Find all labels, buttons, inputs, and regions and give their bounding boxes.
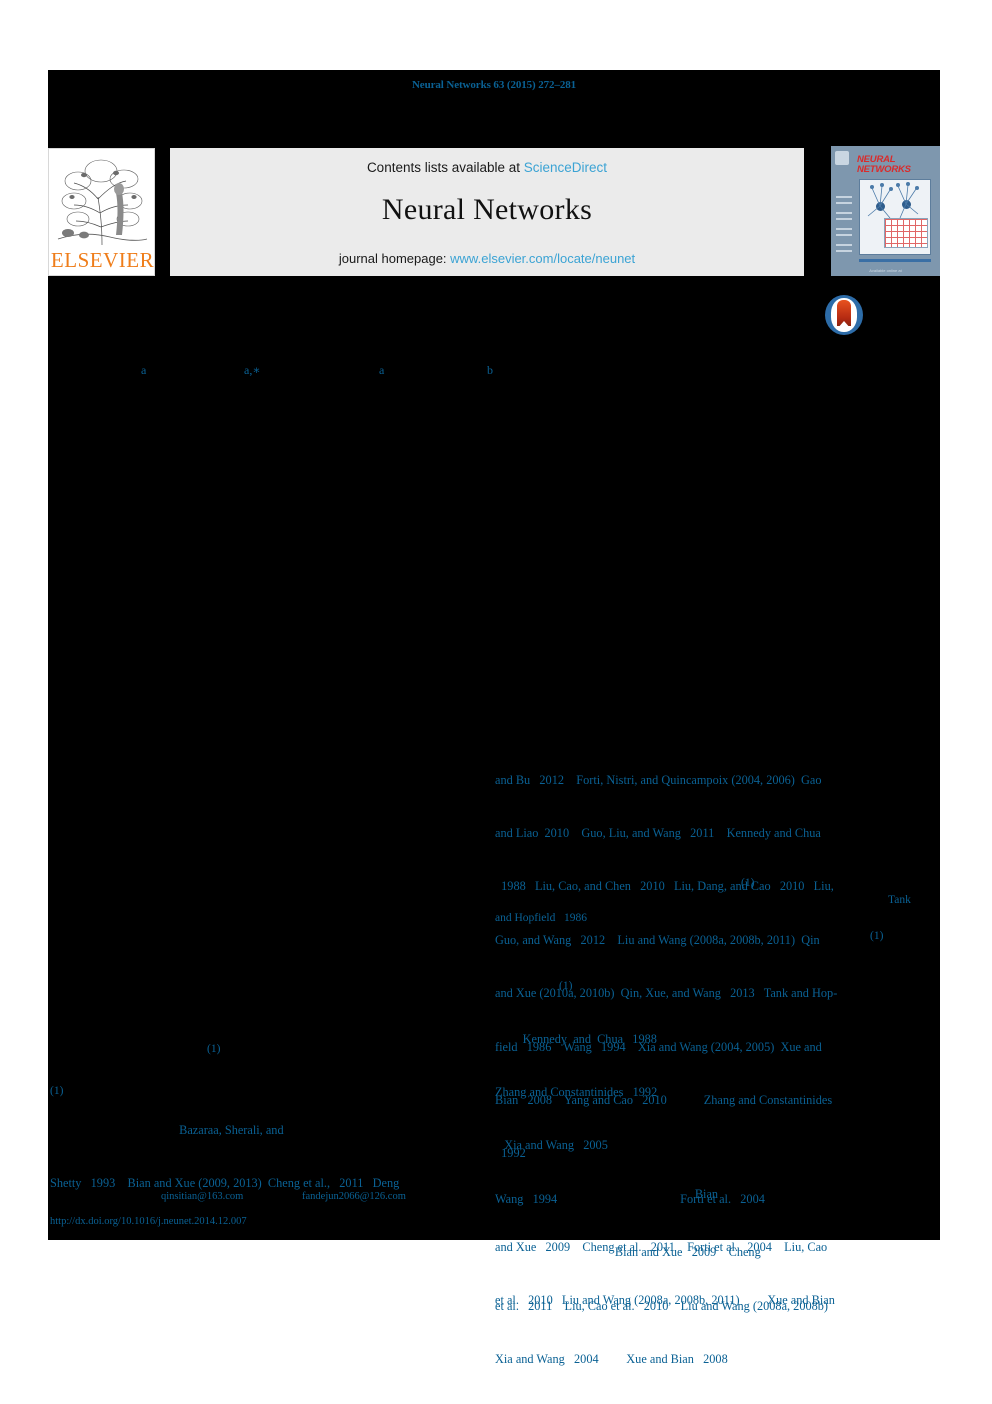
cover-sidebar-line — [836, 202, 852, 204]
crossmark-badge-icon[interactable] — [825, 295, 863, 335]
cover-journal-title: NEURAL NETWORKS — [857, 155, 933, 175]
citation-line: 1988 Liu, Cao, and Chen 2010 Liu, Dang, … — [495, 879, 834, 894]
contents-lists-prefix: Contents lists available at — [366, 160, 524, 175]
citation-tank-label: Tank — [888, 894, 911, 906]
corresponding-author-email-2[interactable]: fandejun2066@126.com — [302, 1191, 406, 1202]
journal-running-head: Neural Networks 63 (2015) 272–281 — [411, 79, 577, 91]
doi-link[interactable]: http://dx.doi.org/10.1016/j.neunet.2014.… — [50, 1216, 247, 1227]
journal-masthead: ELSEVIER Contents lists available at Sci… — [48, 108, 940, 276]
citation-line: Shetty 1993 Bian and Xue (2009, 2013) Ch… — [50, 1175, 400, 1190]
citation-line: Guo, and Wang 2012 Liu and Wang (2008a, … — [495, 932, 820, 947]
sciencedirect-link[interactable]: ScienceDirect — [524, 160, 607, 175]
citation-line: Kennedy and Chua 1988 — [495, 1031, 657, 1046]
equation-reference[interactable]: (1) — [741, 877, 754, 890]
affiliation-marker[interactable]: b — [487, 363, 493, 378]
right-column-citations-block-3: Bian and Xue 2009 Cheng et al. 2011 Fort… — [495, 1150, 925, 1346]
cover-accent-bar — [859, 259, 931, 262]
cover-sidebar-line — [836, 218, 852, 220]
affiliation-marker[interactable]: a — [379, 363, 384, 378]
contents-lists-line: Contents lists available at ScienceDirec… — [170, 160, 804, 175]
equation-reference[interactable]: (1) — [870, 930, 883, 943]
affiliation-marker[interactable]: a — [141, 363, 146, 378]
citation-line: et al. 2010 Liu and Wang (2008a, 2008b, … — [495, 1293, 835, 1308]
citation-tank-continuation: and Hopfield 1986 — [495, 912, 587, 924]
cover-title-line-2: NETWORKS — [857, 163, 911, 175]
cover-grid-plot-icon — [884, 218, 928, 248]
corresponding-author-email-1[interactable]: qinsitian@163.com — [161, 1191, 243, 1202]
elsevier-logo: ELSEVIER — [48, 148, 155, 276]
equation-reference[interactable]: (1) — [559, 980, 572, 993]
journal-cover-thumbnail: NEURAL NETWORKS Available online at — [831, 146, 940, 276]
citation-line: Zhang and Constantinides 1992 — [495, 1084, 658, 1099]
citation-line: Xia and Wang 2004 Xue and Bian 2008 — [495, 1351, 728, 1366]
cover-sidebar-line — [836, 244, 852, 246]
journal-title: Neural Networks — [381, 193, 593, 226]
cover-sidebar-line — [836, 234, 852, 236]
citation-line: and Bu 2012 Forti, Nistri, and Quincampo… — [495, 772, 822, 787]
journal-homepage-link[interactable]: www.elsevier.com/locate/neunet — [450, 251, 635, 266]
cover-sidebar-line — [836, 250, 852, 252]
sciencedirect-banner: Contents lists available at ScienceDirec… — [170, 148, 804, 276]
citation-line: Bazaraa, Sherali, and — [50, 1122, 284, 1137]
cover-sidebar-line — [836, 196, 852, 198]
crossmark-notch — [837, 321, 851, 329]
affiliation-marker-corresponding[interactable]: a,∗ — [244, 363, 260, 378]
elsevier-wordmark: ELSEVIER — [50, 248, 155, 272]
cover-footer-text: Available online at — [869, 268, 902, 273]
cover-publisher-badge-icon — [835, 151, 849, 165]
journal-homepage-line: journal homepage: www.elsevier.com/locat… — [170, 251, 804, 266]
equation-reference[interactable]: (1) — [207, 1043, 220, 1056]
journal-homepage-prefix: journal homepage: — [338, 251, 451, 266]
citation-line: Bian — [495, 1186, 719, 1201]
redacted-article-page: Neural Networks 63 (2015) 272–281 ELSEVI… — [48, 70, 940, 1366]
citation-line: and Liao 2010 Guo, Liu, and Wang 2011 Ke… — [495, 825, 821, 840]
cover-sidebar-line — [836, 212, 852, 214]
cover-neural-diagram-icon — [859, 179, 931, 255]
cover-sidebar-line — [836, 228, 852, 230]
elsevier-tree-icon — [54, 153, 151, 251]
left-column-citations-block-1: Bazaraa, Sherali, and Shetty 1993 Bian a… — [50, 1086, 480, 1228]
citation-line: and Xue 2009 Cheng et al. 2011 Forti et … — [495, 1239, 828, 1254]
